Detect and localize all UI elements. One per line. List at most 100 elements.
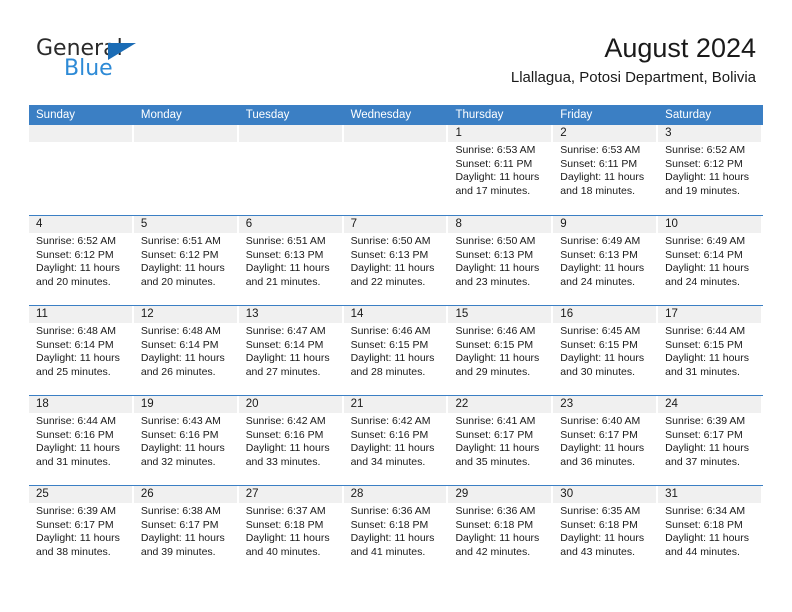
day-cell[interactable]: 3 Sunrise: 6:52 AM Sunset: 6:12 PM Daylight… (658, 125, 763, 215)
sunset-text: Sunset: 6:15 PM (560, 338, 638, 351)
day-cell[interactable]: 18 Sunrise: 6:44 AM Sunset: 6:16 PM Dayligh… (29, 396, 134, 485)
day-cell[interactable]: 9 Sunrise: 6:49 AM Sunset: 6:13 PM Daylight… (553, 216, 658, 305)
day-cell[interactable]: 27 Sunrise: 6:37 AM Sunset: 6:18 PM Dayligh… (238, 486, 344, 575)
day-number-band: 14 (343, 306, 447, 323)
day-number-band (29, 125, 132, 142)
sunset-text: Sunset: 6:14 PM (665, 248, 743, 261)
daylight-text-line1: Daylight: 11 hours (245, 442, 330, 455)
day-number-band: 22 (448, 396, 552, 413)
sunrise-text: Sunrise: 6:40 AM (560, 415, 641, 427)
day-details: Sunrise: 6:48 AM Sunset: 6:14 PM Daylight:… (134, 323, 239, 379)
day-number: 5 (140, 218, 148, 230)
daylight-text-line2: and 17 minutes. (455, 184, 531, 197)
sunrise-text: Sunrise: 6:48 AM (140, 325, 221, 337)
day-details: Sunrise: 6:38 AM Sunset: 6:17 PM Daylight:… (134, 503, 239, 559)
day-number-band: 30 (553, 486, 657, 503)
weekday-header-tuesday: Tuesday (245, 109, 290, 121)
weekday-header-saturday: Saturday (665, 109, 712, 121)
daylight-text-line2: and 31 minutes. (665, 365, 740, 378)
sunset-text: Sunset: 6:15 PM (665, 338, 743, 351)
sunset-text: Sunset: 6:13 PM (350, 248, 429, 261)
day-cell[interactable]: 20 Sunrise: 6:42 AM Sunset: 6:16 PM Dayligh… (238, 396, 344, 485)
day-cell[interactable]: 4 Sunrise: 6:52 AM Sunset: 6:12 PM Daylight… (29, 216, 134, 305)
sunrise-text: Sunrise: 6:53 AM (455, 144, 536, 156)
calendar-grid: Sunday Monday Tuesday Wednesday Thursday Frid… (29, 105, 763, 575)
day-cell[interactable]: 13 Sunrise: 6:47 AM Sunset: 6:14 PM Dayligh… (238, 306, 344, 395)
day-cell[interactable]: 1 Sunrise: 6:53 AM Sunset: 6:11 PM Daylight… (448, 125, 553, 215)
day-number: 18 (36, 398, 49, 410)
sunrise-text: Sunrise: 6:42 AM (350, 415, 431, 427)
daylight-text-line1: Daylight: 11 hours (350, 532, 435, 545)
daylight-text-line1: Daylight: 11 hours (455, 262, 540, 275)
day-cell[interactable]: 8 Sunrise: 6:50 AM Sunset: 6:13 PM Daylight… (448, 216, 553, 305)
day-cell[interactable]: 10 Sunrise: 6:49 AM Sunset: 6:14 PM Dayligh… (658, 216, 763, 305)
day-cell[interactable]: 30 Sunrise: 6:35 AM Sunset: 6:18 PM Dayligh… (553, 486, 658, 575)
day-cell[interactable]: 23 Sunrise: 6:40 AM Sunset: 6:17 PM Dayligh… (553, 396, 658, 485)
day-details: Sunrise: 6:53 AM Sunset: 6:11 PM Daylight:… (553, 142, 658, 198)
sunrise-text: Sunrise: 6:46 AM (350, 325, 431, 337)
weekday-header-thursday: Thursday (455, 109, 504, 121)
day-number-band: 10 (658, 216, 762, 233)
day-cell[interactable]: 6 Sunrise: 6:51 AM Sunset: 6:13 PM Daylight… (238, 216, 344, 305)
daylight-text-line2: and 28 minutes. (350, 365, 426, 378)
day-number-band: 21 (343, 396, 447, 413)
sunset-text: Sunset: 6:11 PM (455, 157, 533, 170)
day-cell[interactable]: 31 Sunrise: 6:34 AM Sunset: 6:18 PM Dayligh… (658, 486, 763, 575)
day-details: Sunrise: 6:47 AM Sunset: 6:14 PM Daylight:… (239, 323, 344, 379)
day-cell[interactable]: 15 Sunrise: 6:46 AM Sunset: 6:15 PM Dayligh… (448, 306, 553, 395)
calendar-week-row: 1 Sunrise: 6:53 AM Sunset: 6:11 PM Daylight… (29, 125, 763, 215)
sunrise-text: Sunrise: 6:49 AM (665, 235, 746, 247)
sunrise-text: Sunrise: 6:38 AM (140, 505, 221, 517)
day-number-band: 28 (343, 486, 447, 503)
day-number: 15 (455, 308, 469, 320)
sunset-text: Sunset: 6:12 PM (36, 248, 114, 261)
daylight-text-line1: Daylight: 11 hours (36, 262, 120, 275)
day-cell[interactable]: 24 Sunrise: 6:39 AM Sunset: 6:17 PM Dayligh… (658, 396, 763, 485)
daylight-text-line1: Daylight: 11 hours (140, 262, 225, 275)
day-number: 26 (140, 488, 154, 500)
day-number: 12 (140, 308, 154, 320)
day-cell[interactable]: 26 Sunrise: 6:38 AM Sunset: 6:17 PM Dayligh… (133, 486, 239, 575)
sunrise-text: Sunrise: 6:46 AM (455, 325, 536, 337)
day-cell[interactable]: 17 Sunrise: 6:44 AM Sunset: 6:15 PM Dayligh… (658, 306, 763, 395)
day-cell[interactable]: 22 Sunrise: 6:41 AM Sunset: 6:17 PM Dayligh… (448, 396, 553, 485)
page-title: August 2024 (604, 33, 756, 63)
sunrise-text: Sunrise: 6:48 AM (36, 325, 116, 337)
day-cell[interactable]: 11 Sunrise: 6:48 AM Sunset: 6:14 PM Dayligh… (29, 306, 134, 395)
sunrise-text: Sunrise: 6:39 AM (36, 505, 116, 517)
daylight-text-line1: Daylight: 11 hours (140, 442, 225, 455)
day-number: 24 (665, 398, 678, 410)
day-details: Sunrise: 6:49 AM Sunset: 6:13 PM Daylight:… (553, 233, 658, 289)
calendar-week-row: 11 Sunrise: 6:48 AM Sunset: 6:14 PM Dayligh… (29, 305, 763, 395)
day-cell[interactable]: 29 Sunrise: 6:36 AM Sunset: 6:18 PM Dayligh… (448, 486, 553, 575)
day-details: Sunrise: 6:39 AM Sunset: 6:17 PM Daylight:… (658, 413, 763, 469)
day-cell[interactable]: 21 Sunrise: 6:42 AM Sunset: 6:16 PM Dayligh… (343, 396, 449, 485)
sunset-text: Sunset: 6:13 PM (560, 248, 638, 261)
daylight-text-line2: and 31 minutes. (36, 455, 111, 468)
day-cell[interactable]: 12 Sunrise: 6:48 AM Sunset: 6:14 PM Dayligh… (133, 306, 239, 395)
day-number-band: 12 (133, 306, 237, 323)
day-cell[interactable]: 5 Sunrise: 6:51 AM Sunset: 6:12 PM Daylight… (133, 216, 239, 305)
sunrise-text: Sunrise: 6:51 AM (140, 235, 221, 247)
daylight-text-line1: Daylight: 11 hours (455, 352, 540, 365)
daylight-text-line1: Daylight: 11 hours (665, 442, 750, 455)
day-cell[interactable]: 14 Sunrise: 6:46 AM Sunset: 6:15 PM Dayligh… (343, 306, 449, 395)
day-cell[interactable]: 16 Sunrise: 6:45 AM Sunset: 6:15 PM Dayligh… (553, 306, 658, 395)
sunrise-text: Sunrise: 6:34 AM (665, 505, 746, 517)
day-number-band: 7 (343, 216, 447, 233)
day-cell[interactable]: 7 Sunrise: 6:50 AM Sunset: 6:13 PM Daylight… (343, 216, 449, 305)
day-details: Sunrise: 6:52 AM Sunset: 6:12 PM Daylight:… (29, 233, 134, 289)
day-details: Sunrise: 6:41 AM Sunset: 6:17 PM Daylight:… (448, 413, 553, 469)
day-number: 27 (245, 488, 259, 500)
day-cell[interactable]: 2 Sunrise: 6:53 AM Sunset: 6:11 PM Daylight… (553, 125, 658, 215)
sunset-text: Sunset: 6:17 PM (455, 428, 534, 441)
day-number: 21 (350, 398, 364, 410)
day-number: 19 (140, 398, 154, 410)
day-cell[interactable]: 25 Sunrise: 6:39 AM Sunset: 6:17 PM Dayligh… (29, 486, 134, 575)
day-cell[interactable]: 28 Sunrise: 6:36 AM Sunset: 6:18 PM Dayligh… (343, 486, 449, 575)
general-blue-logo[interactable]: General Blue (36, 38, 196, 86)
daylight-text-line2: and 29 minutes. (455, 365, 531, 378)
weekday-header-row: Sunday Monday Tuesday Wednesday Thursday Frid… (29, 105, 763, 125)
day-cell[interactable]: 19 Sunrise: 6:43 AM Sunset: 6:16 PM Dayligh… (133, 396, 239, 485)
logo-text-blue: Blue (64, 56, 113, 81)
